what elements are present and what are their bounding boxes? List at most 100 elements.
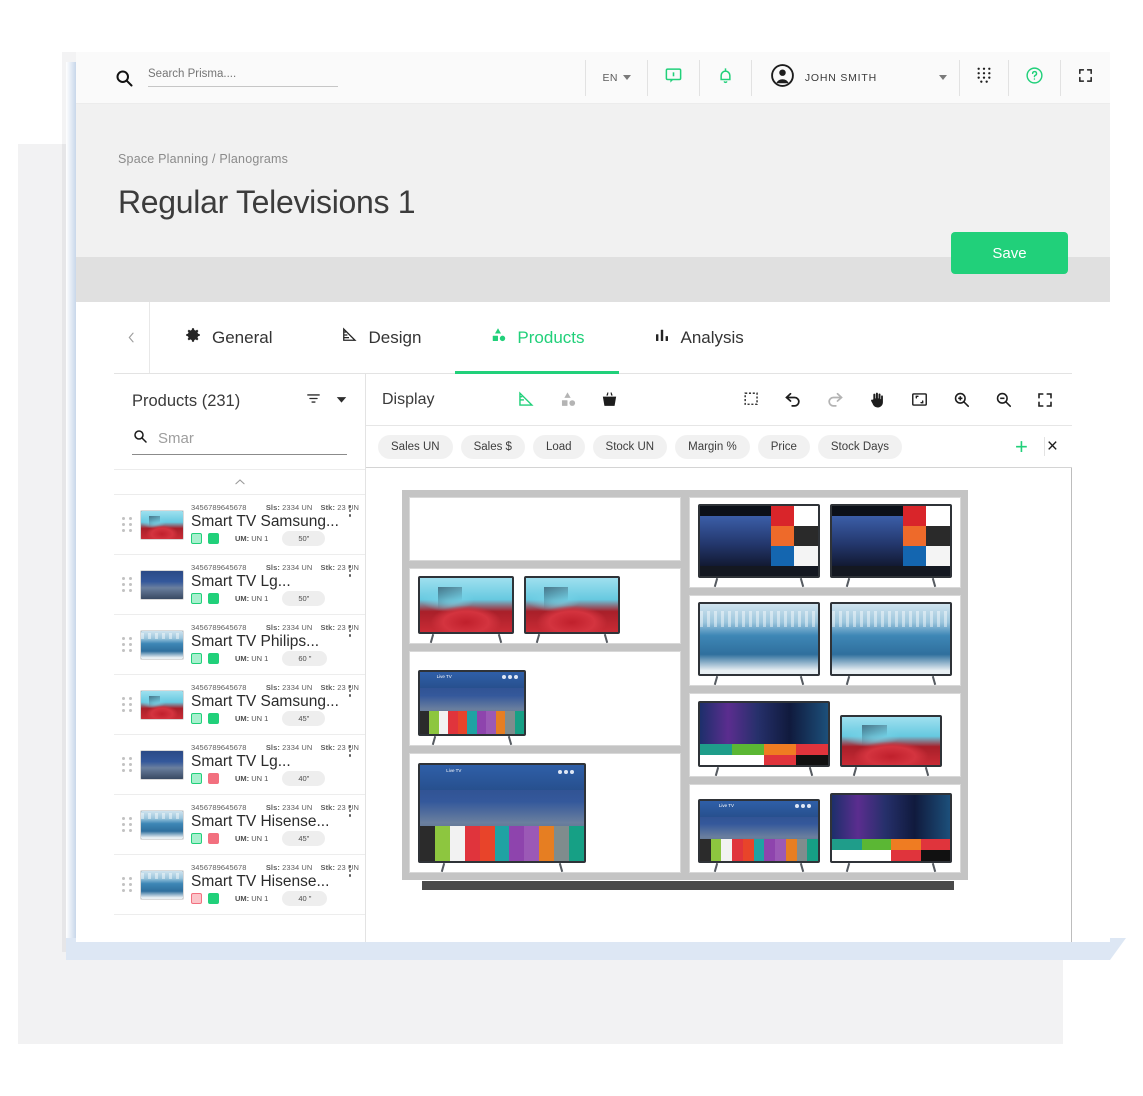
undo-icon[interactable] <box>782 389 804 411</box>
product-thumbnail <box>140 569 184 600</box>
global-search[interactable] <box>114 68 338 88</box>
metric-chip[interactable]: Stock Days <box>817 434 903 459</box>
drag-handle-icon[interactable] <box>122 517 136 532</box>
planogram-shelf[interactable] <box>689 783 961 873</box>
search-input[interactable] <box>148 68 338 87</box>
metric-chip[interactable]: Sales $ <box>460 434 525 459</box>
product-um: UM: UN 1 <box>235 594 269 603</box>
planogram-product[interactable] <box>698 799 820 872</box>
planogram-shelf[interactable] <box>689 595 961 687</box>
planogram-product[interactable] <box>698 700 830 776</box>
breadcrumb[interactable]: Space Planning / Planograms <box>118 104 1068 166</box>
planogram-product[interactable] <box>418 669 526 745</box>
filter-icon[interactable] <box>305 390 322 412</box>
drag-handle-icon[interactable] <box>122 817 136 832</box>
product-um: UM: UN 1 <box>235 894 269 903</box>
user-menu[interactable]: JOHN SMITH <box>750 59 959 96</box>
planogram-product[interactable] <box>524 575 620 643</box>
product-list-item[interactable]: 3456789645678 Sls: 2334 UN Stk: 23 UN Smart… <box>114 555 365 615</box>
metric-chip[interactable]: Stock UN <box>592 434 668 459</box>
product-list-item[interactable]: 3456789645678 Sls: 2334 UN Stk: 23 UN Smart… <box>114 855 365 915</box>
close-metrics-button[interactable]: × <box>1043 437 1064 456</box>
product-size: 45" <box>282 831 326 846</box>
products-list[interactable]: 3456789645678 Sls: 2334 UN Stk: 23 UN Smart… <box>114 495 365 942</box>
marquee-select-icon[interactable] <box>740 389 762 411</box>
planogram-canvas[interactable] <box>366 468 1072 942</box>
language-selector[interactable]: EN <box>585 59 646 96</box>
metric-chip[interactable]: Sales UN <box>378 434 453 459</box>
redo-icon[interactable] <box>824 389 846 411</box>
product-size: 50" <box>282 591 326 606</box>
product-list-item[interactable]: 3456789645678 Sls: 2334 UN Stk: 23 UN Smart… <box>114 615 365 675</box>
drag-handle-icon[interactable] <box>122 637 136 652</box>
fit-screen-icon[interactable] <box>908 389 930 411</box>
planogram-product[interactable] <box>830 602 952 685</box>
planogram-shelf[interactable] <box>689 497 961 589</box>
zoom-out-icon[interactable] <box>992 389 1014 411</box>
product-more-menu[interactable] <box>343 685 357 697</box>
planogram-product[interactable] <box>698 602 820 685</box>
metric-chip[interactable]: Load <box>532 434 585 459</box>
drag-handle-icon[interactable] <box>122 877 136 892</box>
help-button[interactable] <box>1008 59 1060 96</box>
tab-analysis[interactable]: Analysis <box>619 302 778 373</box>
product-more-menu[interactable] <box>343 805 357 817</box>
products-search[interactable] <box>132 428 347 455</box>
left-bay[interactable] <box>409 497 681 873</box>
planogram-shelf[interactable] <box>409 497 681 562</box>
hand-pan-icon[interactable] <box>866 389 888 411</box>
planogram-shelf[interactable] <box>409 650 681 746</box>
planogram-shelf[interactable] <box>409 752 681 873</box>
tab-design[interactable]: Design <box>306 302 455 373</box>
planogram-product[interactable] <box>830 793 952 872</box>
products-list-collapse[interactable] <box>114 469 365 495</box>
planogram-product[interactable] <box>418 763 586 872</box>
chevron-down-icon[interactable] <box>336 392 347 410</box>
product-status-badge-1 <box>191 713 202 724</box>
planogram-product[interactable] <box>840 714 942 776</box>
fullscreen-button[interactable] <box>1060 59 1110 96</box>
tab-products[interactable]: Products <box>455 302 619 374</box>
drag-handle-icon[interactable] <box>122 757 136 772</box>
planogram-product[interactable] <box>418 575 514 643</box>
product-list-item[interactable]: 3456789645678 Sls: 2334 UN Stk: 23 UN Smart… <box>114 795 365 855</box>
apps-button[interactable] <box>959 59 1008 96</box>
ruler-icon[interactable] <box>514 389 536 411</box>
product-list-item[interactable]: 3456789645678 Sls: 2334 UN Stk: 23 UN Smart… <box>114 675 365 735</box>
planogram-shelf[interactable] <box>689 693 961 777</box>
metric-chip[interactable]: Margin % <box>675 434 750 459</box>
planogram-shelf[interactable] <box>409 568 681 644</box>
basket-icon[interactable] <box>598 389 620 411</box>
tv-screen <box>698 602 820 677</box>
metric-chip[interactable]: Price <box>757 434 810 459</box>
add-metric-button[interactable]: + <box>1007 435 1036 458</box>
zoom-in-icon[interactable] <box>950 389 972 411</box>
product-ean: 3456789645678 <box>191 623 247 632</box>
planogram[interactable] <box>402 490 968 890</box>
tv-stand <box>830 578 952 587</box>
drag-handle-icon[interactable] <box>122 577 136 592</box>
product-more-menu[interactable] <box>343 625 357 637</box>
messages-button[interactable] <box>646 59 699 96</box>
product-more-menu[interactable] <box>343 505 357 517</box>
notifications-button[interactable] <box>698 59 751 96</box>
product-more-menu[interactable] <box>343 745 357 757</box>
product-list-item[interactable]: 3456789645678 Sls: 2334 UN Stk: 23 UN Smart… <box>114 735 365 795</box>
drag-handle-icon[interactable] <box>122 697 136 712</box>
product-ean: 3456789645678 <box>191 563 247 572</box>
planogram-product[interactable] <box>830 504 952 587</box>
product-more-menu[interactable] <box>343 565 357 577</box>
display-toolbar: Display <box>366 374 1072 426</box>
product-status-badge-1 <box>191 893 202 904</box>
save-button[interactable]: Save <box>951 232 1068 274</box>
tab-bar: General Design Products Analysis <box>114 302 1072 374</box>
sidebar-collapse-button[interactable] <box>114 302 150 373</box>
products-search-input[interactable] <box>158 430 318 447</box>
product-list-item[interactable]: 3456789645678 Sls: 2334 UN Stk: 23 UN Smart… <box>114 495 365 555</box>
tab-general[interactable]: General <box>150 302 306 373</box>
product-more-menu[interactable] <box>343 865 357 877</box>
planogram-product[interactable] <box>698 504 820 587</box>
shapes-icon[interactable] <box>556 389 578 411</box>
right-bay[interactable] <box>689 497 961 873</box>
fullscreen-icon[interactable] <box>1034 389 1056 411</box>
